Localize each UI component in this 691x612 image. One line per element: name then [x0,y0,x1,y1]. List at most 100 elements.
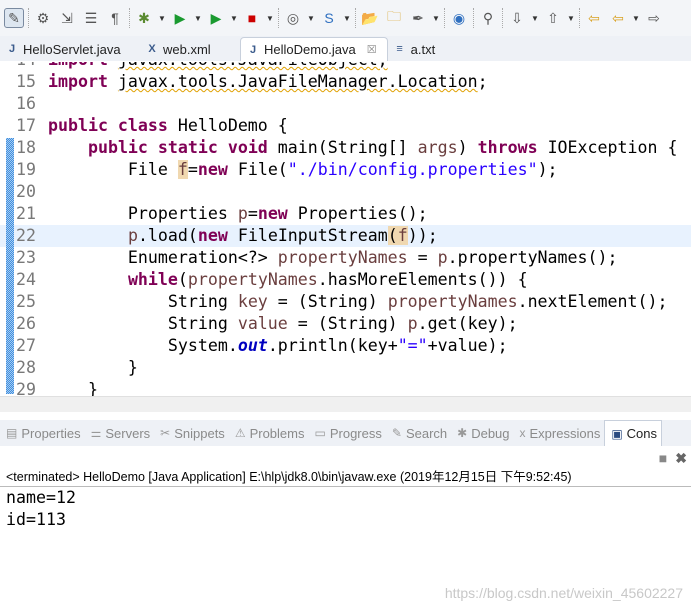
prev-annotation-icon[interactable]: ⇧ [543,8,563,28]
code-line[interactable]: 28 } [0,357,691,379]
back-edit-icon[interactable]: ⇦ [584,8,604,28]
dropdown-arrow-icon[interactable]: ▼ [230,14,238,23]
code-line[interactable]: 16 [0,93,691,115]
view-tab-label: Search [405,425,448,441]
dropdown-arrow-icon[interactable]: ▼ [567,14,575,23]
line-number: 16 [16,94,36,113]
code-line[interactable]: 18 public static void main(String[] args… [0,137,691,159]
code-token: System. [48,336,238,355]
dropdown-arrow-icon[interactable]: ▼ [158,14,166,23]
code-token: ( [387,226,398,245]
code-token: = [187,160,198,179]
view-tab-snippets[interactable]: ✂ Snippets [154,420,229,446]
list-icon[interactable]: ☰ [81,8,101,28]
tab-a-txt[interactable]: ≡ a.txt [388,37,446,61]
code-token: IOException { [547,138,678,157]
view-tab-label: Problems [249,425,305,441]
code-token: import [48,62,118,69]
code-line[interactable]: 29 } [0,379,691,396]
horizontal-scrollbar[interactable] [0,396,691,412]
dropdown-arrow-icon[interactable]: ▼ [531,14,539,23]
view-tab-problems[interactable]: ⚠ Problems [229,420,309,446]
dropdown-arrow-icon[interactable]: ▼ [343,14,351,23]
remove-launch-icon[interactable]: ✖ [675,450,687,467]
debug-icon[interactable]: ✱ [134,8,154,28]
view-tab-debug[interactable]: ✱ Debug [451,420,513,446]
view-tab-expressions[interactable]: x Expressions [514,420,605,446]
run-server-icon[interactable]: ▶ [206,8,226,28]
pen-icon[interactable]: ✒ [408,8,428,28]
line-number: 15 [16,72,36,91]
code-line[interactable]: 22 p.load(new FileInputStream(f)); [0,225,691,247]
dropdown-arrow-icon[interactable]: ▼ [194,14,202,23]
code-text: public static void main(String[] args) t… [48,137,677,159]
stop-server-icon[interactable]: ■ [242,8,262,28]
code-line[interactable]: 19 File f=new File("./bin/config.propert… [0,159,691,181]
toolbar-separator [473,8,474,28]
view-tab-cons[interactable]: ▣ Cons [604,420,663,446]
view-tab-label: Progress [329,425,382,441]
line-number: 29 [16,380,36,396]
globe-icon[interactable]: ◉ [449,8,469,28]
code-line[interactable]: 24 while(propertyNames.hasMoreElements()… [0,269,691,291]
change-ruler [6,138,14,394]
code-token: HelloDemo { [177,116,288,135]
code-line[interactable]: 15 import javax.tools.JavaFileManager.Loc… [0,71,691,93]
code-line[interactable]: 20 [0,181,691,203]
code-token: .nextElement(); [517,292,668,311]
view-tab-properties[interactable]: ▤ Properties [0,420,85,446]
code-token: File [48,160,178,179]
code-token: = [407,248,438,267]
line-number: 25 [16,292,36,311]
code-line[interactable]: 14 import javax.tools.JavaFileObject; [0,62,691,71]
code-token: )); [407,226,438,245]
person-run-icon[interactable]: ⚲ [478,8,498,28]
line-number: 28 [16,358,36,377]
code-line[interactable]: 21 Properties p=new Properties(); [0,203,691,225]
forward-icon[interactable]: ⇨ [644,8,664,28]
code-line[interactable]: 26 String value = (String) p.get(key); [0,313,691,335]
code-text: String key = (String) propertyNames.next… [48,291,668,313]
view-tab-servers[interactable]: ⚌ Servers [85,420,155,446]
toolbar-separator [579,8,580,28]
code-token: javax.tools.JavaFileObject; [118,62,388,69]
dropdown-arrow-icon[interactable]: ▼ [632,14,640,23]
code-line[interactable]: 23 Enumeration<?> propertyNames = p.prop… [0,247,691,269]
view-tab-progress[interactable]: ▭ Progress [309,420,386,446]
code-token: ; [477,72,488,91]
tab-helloservlet-java[interactable]: J HelloServlet.java [0,37,140,61]
code-editor[interactable]: 14 import javax.tools.JavaFileObject; 15 im… [0,62,691,396]
tab-hellodemo-java[interactable]: J HelloDemo.java ☒ [240,37,388,61]
code-line[interactable]: 27 System.out.println(key+"="+value); [0,335,691,357]
code-text: while(propertyNames.hasMoreElements()) { [48,269,528,291]
gear-icon[interactable]: ⚙ [33,8,53,28]
search-icon: ✎ [391,426,402,440]
code-token: "=" [397,336,428,355]
next-annotation-icon[interactable]: ⇩ [507,8,527,28]
open-type-icon[interactable]: 📂 [360,8,380,28]
import-icon[interactable]: ⇲ [57,8,77,28]
new-server-icon[interactable]: ◎ [283,8,303,28]
terminate-icon[interactable]: ■ [659,450,667,466]
code-line[interactable]: 17 public class HelloDemo { [0,115,691,137]
new-service-icon[interactable]: S [319,8,339,28]
code-text: p.load(new FileInputStream(f)); [48,225,438,247]
view-tabs: ▤ Properties ⚌ Servers ✂ Snippets ⚠ Problems ▭ Pr… [0,420,691,446]
code-token: FileInputStream [237,226,388,245]
dropdown-arrow-icon[interactable]: ▼ [432,14,440,23]
dropdown-arrow-icon[interactable]: ▼ [307,14,315,23]
line-number: 27 [16,336,36,355]
code-line[interactable]: 25 String key = (String) propertyNames.n… [0,291,691,313]
back-icon[interactable]: ⇦ [608,8,628,28]
open-folder-icon[interactable]: 🗀 [384,8,404,28]
pilcrow-icon[interactable]: ¶ [105,8,125,28]
dropdown-arrow-icon[interactable]: ▼ [266,14,274,23]
tab-web-xml[interactable]: Xweb.xml [140,37,240,61]
view-tab-search[interactable]: ✎ Search [386,420,451,446]
close-icon[interactable]: ☒ [367,43,377,56]
line-number: 21 [16,204,36,223]
edit-icon[interactable]: ✎ [4,8,24,28]
run-icon[interactable]: ▶ [170,8,190,28]
